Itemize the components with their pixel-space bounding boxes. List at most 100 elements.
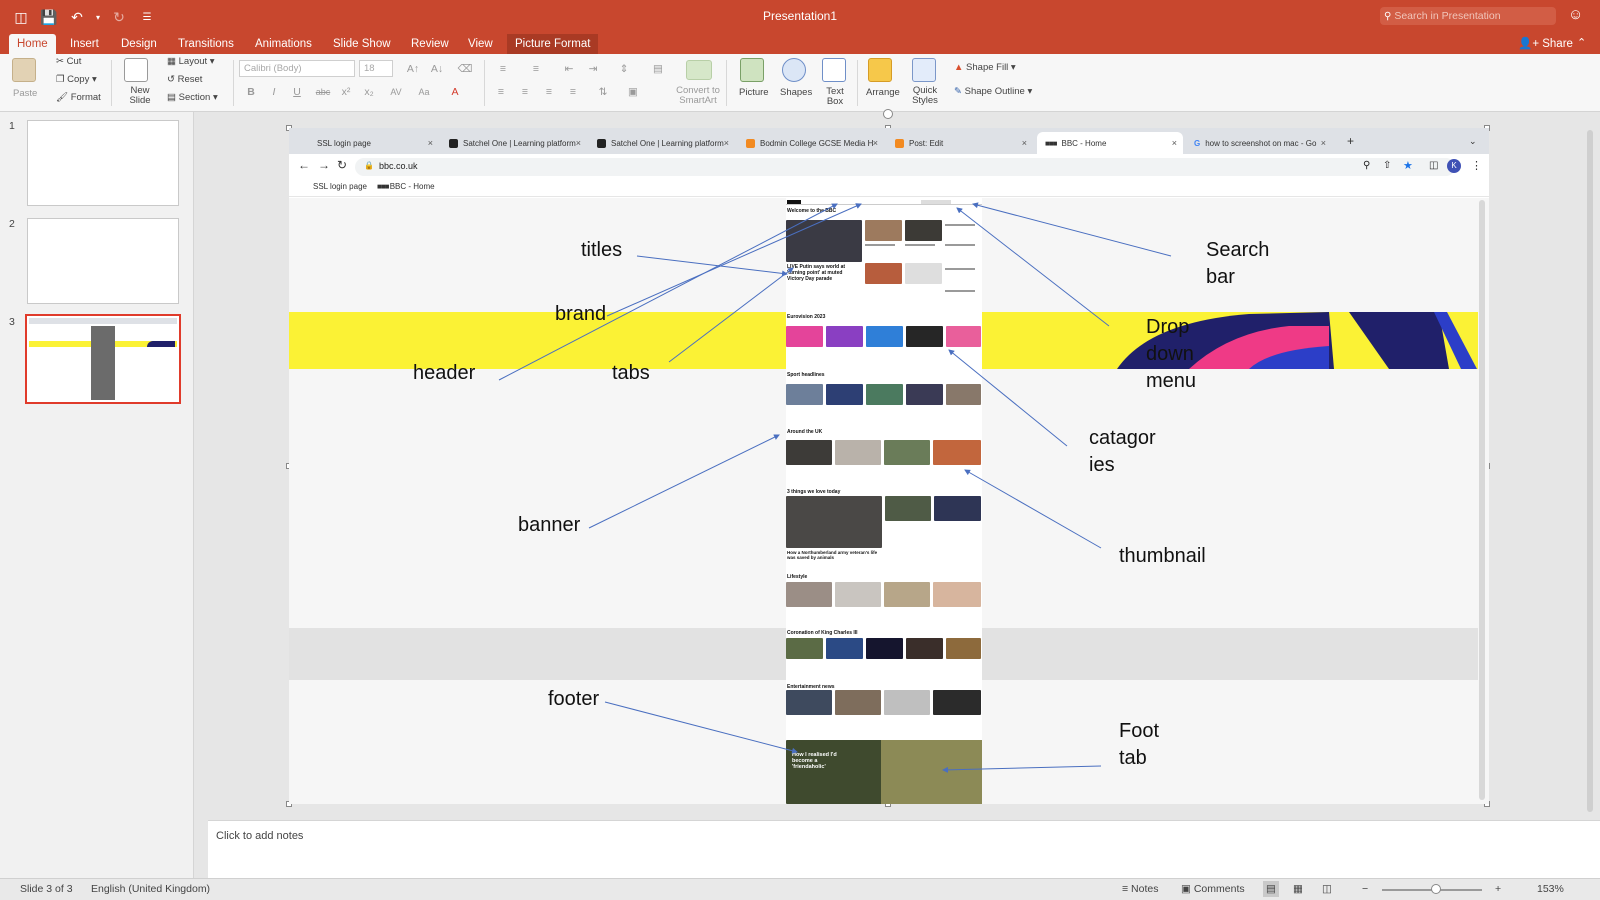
scissors-icon: ✂ — [56, 56, 67, 67]
decrease-indent-icon[interactable]: ⇤ — [558, 61, 580, 78]
tab-animations[interactable]: Animations — [247, 34, 320, 54]
bold-icon[interactable]: B — [242, 84, 260, 101]
quick-styles-button[interactable]: Quick Styles — [911, 86, 939, 106]
align-right-icon[interactable]: ≡ — [540, 84, 558, 101]
underline-icon[interactable]: U — [288, 84, 306, 101]
search-placeholder: Search in Presentation — [1394, 10, 1501, 22]
decrease-font-icon[interactable]: A↓ — [426, 61, 448, 78]
smartart-icon[interactable] — [686, 60, 712, 80]
justify-icon[interactable]: ≡ — [564, 84, 582, 101]
notes-icon: ≡ — [1122, 883, 1132, 895]
tab-home[interactable]: Home — [9, 34, 56, 54]
char-spacing-icon[interactable]: AV — [384, 84, 408, 101]
zoom-slider-thumb[interactable] — [1431, 884, 1441, 894]
ribbon-divider — [857, 60, 858, 106]
notes-toggle[interactable]: ≡ Notes — [1122, 883, 1158, 895]
search-in-presentation[interactable]: ⚲ Search in Presentation — [1380, 7, 1556, 25]
annotation-search-bar: Search bar — [1206, 239, 1270, 288]
annotation-arrows — [498, 202, 1172, 773]
reading-view-icon[interactable]: ◫ — [1322, 883, 1332, 895]
superscript-icon[interactable]: x² — [337, 84, 355, 101]
language-indicator[interactable]: English (United Kingdom) — [91, 883, 210, 895]
increase-indent-icon[interactable]: ⇥ — [582, 61, 604, 78]
text-direction-icon[interactable]: ⇅ — [592, 84, 614, 101]
ribbon-divider — [726, 60, 727, 106]
align-left-icon[interactable]: ≡ — [492, 84, 510, 101]
comment-icon: ▣ — [1181, 883, 1194, 895]
font-name-select[interactable]: Calibri (Body) — [239, 60, 355, 77]
rotate-handle[interactable] — [883, 109, 893, 119]
shape-fill-button[interactable]: ▲ Shape Fill ▾ — [954, 62, 1016, 73]
subscript-icon[interactable]: x₂ — [360, 84, 378, 101]
annotation-brand: brand — [555, 303, 607, 325]
format-painter-button[interactable]: 🖌 Format — [56, 92, 101, 103]
normal-view-icon[interactable]: ▤ — [1263, 881, 1279, 897]
tab-slide-show[interactable]: Slide Show — [325, 34, 399, 54]
annotation-foot-tab: Foot tab — [1119, 720, 1160, 769]
tab-review[interactable]: Review — [403, 34, 457, 54]
paste-button[interactable]: Paste — [13, 88, 37, 99]
clear-format-icon[interactable]: ⌫ — [454, 61, 476, 78]
slide-thumbnail-2[interactable] — [27, 218, 179, 304]
tab-transitions[interactable]: Transitions — [170, 34, 242, 54]
slide-sorter-icon[interactable]: ▦ — [1293, 883, 1303, 895]
shapes-button[interactable]: Shapes — [780, 87, 812, 98]
paint-bucket-icon: ▲ — [954, 62, 967, 73]
notes-placeholder: Click to add notes — [216, 830, 304, 842]
tab-picture-format[interactable]: Picture Format — [507, 34, 599, 54]
change-case-icon[interactable]: Aa — [412, 84, 436, 101]
convert-smartart-button[interactable]: Convert to SmartArt — [675, 86, 721, 106]
annotation-drop-down-menu: Drop down menu — [1146, 316, 1197, 392]
ribbon-tabs: Home Insert Design Transitions Animation… — [0, 34, 1600, 54]
quick-styles-icon[interactable] — [912, 58, 936, 82]
tab-insert[interactable]: Insert — [62, 34, 107, 54]
slide-thumbnail-1[interactable] — [27, 120, 179, 206]
picture-button[interactable]: Picture — [739, 87, 769, 98]
arrange-button[interactable]: Arrange — [866, 87, 900, 98]
zoom-in-icon[interactable]: + — [1495, 883, 1501, 895]
zoom-out-icon[interactable]: − — [1362, 883, 1368, 895]
tab-design[interactable]: Design — [113, 34, 165, 54]
italic-icon[interactable]: I — [265, 84, 283, 101]
slide-thumbnail-3[interactable] — [25, 314, 181, 404]
copy-button[interactable]: ❐ Copy ▾ — [56, 74, 97, 85]
arrange-icon[interactable] — [868, 58, 892, 82]
layout-button[interactable]: ▦ Layout ▾ — [167, 56, 215, 67]
zoom-level[interactable]: 153% — [1537, 883, 1564, 895]
thumb-eurovision-art — [147, 341, 175, 347]
tab-view[interactable]: View — [460, 34, 501, 54]
share-button[interactable]: 👤+ Share — [1518, 36, 1573, 50]
strikethrough-icon[interactable]: abc — [312, 84, 334, 101]
slide-thumbnail-pane: 1 2 3 — [0, 112, 194, 878]
section-button[interactable]: ▤ Section ▾ — [167, 92, 218, 103]
vertical-scrollbar[interactable] — [1587, 130, 1593, 812]
layout-icon: ▦ — [167, 56, 179, 67]
annotation-tabs: tabs — [612, 362, 650, 384]
picture-icon[interactable] — [740, 58, 764, 82]
align-center-icon[interactable]: ≡ — [516, 84, 534, 101]
thumb-browser-bar — [29, 318, 177, 324]
text-box-icon[interactable] — [822, 58, 846, 82]
line-spacing-icon[interactable]: ⇕ — [612, 61, 636, 78]
new-slide-icon[interactable] — [124, 58, 148, 82]
font-size-select[interactable]: 18 — [359, 60, 393, 77]
paste-icon[interactable] — [12, 58, 36, 82]
new-slide-button[interactable]: New Slide — [126, 86, 154, 106]
window-title: Presentation1 — [762, 9, 838, 23]
bullets-icon[interactable]: ≡ — [491, 61, 515, 78]
notes-pane[interactable]: Click to add notes — [208, 820, 1600, 878]
comments-toggle[interactable]: ▣ Comments — [1181, 883, 1245, 895]
slide-canvas[interactable]: SSL login page × Satchel One | Learning p… — [289, 128, 1489, 804]
cut-button[interactable]: ✂ Cut — [56, 56, 81, 67]
align-text-icon[interactable]: ▣ — [622, 84, 644, 101]
shape-outline-button[interactable]: ✎ Shape Outline ▾ — [954, 86, 1032, 97]
smiley-icon[interactable]: ☺ — [1568, 6, 1583, 23]
font-color-icon[interactable]: A — [446, 84, 464, 101]
reset-button[interactable]: ↺ Reset — [167, 74, 202, 85]
shapes-icon[interactable] — [782, 58, 806, 82]
collapse-ribbon-icon[interactable]: ⌃ — [1577, 36, 1586, 49]
increase-font-icon[interactable]: A↑ — [402, 61, 424, 78]
columns-icon[interactable]: ▤ — [646, 61, 670, 78]
numbering-icon[interactable]: ≡ — [524, 61, 548, 78]
text-box-button[interactable]: Text Box — [824, 87, 846, 107]
